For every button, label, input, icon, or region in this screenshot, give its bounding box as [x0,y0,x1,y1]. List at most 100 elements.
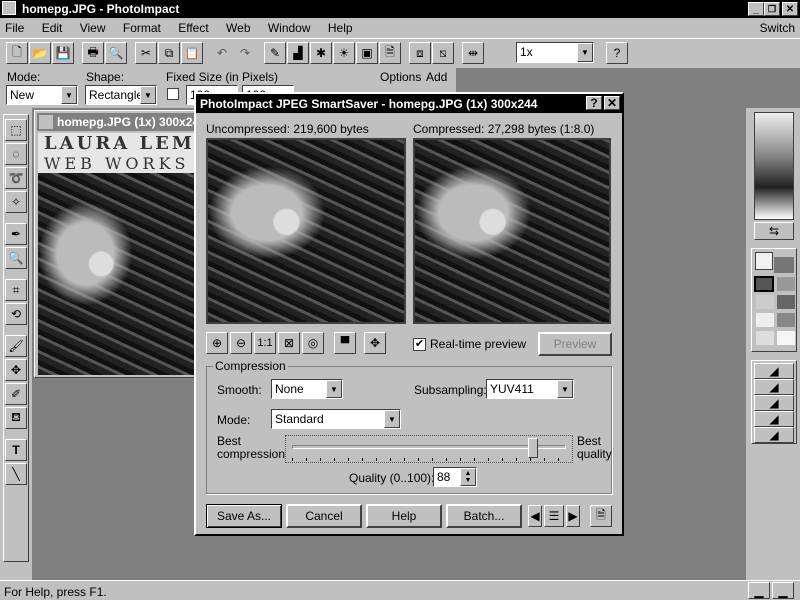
align-icon[interactable]: ⇹ [462,42,484,64]
swatch[interactable] [777,313,795,327]
swatch[interactable] [777,295,795,309]
save-as-button[interactable]: Save As... [206,504,282,528]
status-panel-icon-2[interactable]: ▁ [772,582,794,599]
menu-web[interactable]: Web [226,21,250,35]
new-file-icon[interactable]: 🗋 [6,42,28,64]
menu-view[interactable]: View [80,21,106,35]
swatch-active[interactable] [754,276,774,292]
help-button[interactable]: Help [366,504,442,528]
help-icon[interactable]: ? [586,96,602,110]
marquee-ellipse-icon[interactable]: ◌ [5,143,27,165]
chevron-down-icon[interactable]: ▼ [577,43,593,62]
print-preview-icon[interactable]: 🔍 [105,42,127,64]
foreground-swatch[interactable] [755,252,773,270]
swatch[interactable] [777,277,795,291]
cut-icon[interactable]: ✂ [135,42,157,64]
retouch-icon[interactable]: ✐ [5,383,27,405]
menu-edit[interactable]: Edit [42,21,63,35]
paint-icon[interactable]: ✎ [264,42,286,64]
print-icon[interactable]: 🖶 [82,42,104,64]
document-title-bar[interactable]: homepg.JPG (1x) 300x24 [37,113,199,131]
undo-icon[interactable]: ↶ [211,42,233,64]
dialog-mode-combo[interactable]: Standard ▼ [271,409,401,429]
pan-icon[interactable]: ✥ [364,332,386,354]
batch-button[interactable]: Batch... [446,504,522,528]
eyedropper-icon[interactable]: ✒ [5,223,27,245]
close-icon[interactable]: ✕ [604,96,620,110]
marquee-rect-icon[interactable]: ⬚ [5,119,27,141]
histogram-icon[interactable]: ▟ [287,42,309,64]
fill-bucket-icon[interactable]: ⛾ [5,407,27,429]
quick-command-4-icon[interactable]: ◢ [754,411,794,427]
zoom-combo[interactable]: 1x ▼ [516,42,594,63]
chevron-down-icon[interactable]: ▼ [61,86,77,104]
brightness-icon[interactable]: ☀ [333,42,355,64]
lasso-icon[interactable]: ➰ [5,167,27,189]
paste-icon[interactable]: 📋 [181,42,203,64]
chevron-down-icon[interactable]: ▼ [384,410,400,428]
original-preview[interactable] [206,138,406,324]
previous-arrow-icon[interactable]: ◀ [528,505,542,527]
menu-window[interactable]: Window [268,21,311,35]
swatch[interactable] [756,331,774,345]
minimize-icon[interactable]: _ [748,2,764,16]
quality-slider-thumb[interactable] [528,438,539,458]
chevron-down-icon[interactable]: ▼ [557,380,573,398]
zoom-out-icon[interactable]: ⊖ [230,332,252,354]
status-panel-icon[interactable]: ▁ [748,582,770,599]
fixed-size-checkbox[interactable] [167,88,179,100]
clone-icon[interactable]: ✥ [5,359,27,381]
menu-format[interactable]: Format [123,21,161,35]
crop-tool-icon[interactable]: ⌗ [5,279,27,301]
quick-command-2-icon[interactable]: ◢ [754,379,794,395]
image-size-icon[interactable]: ▣ [356,42,378,64]
report-icon[interactable]: 🗎 [590,505,612,527]
swatch[interactable] [777,331,795,345]
color-picker-swatch[interactable] [754,112,794,220]
smooth-combo[interactable]: None ▼ [271,379,343,399]
background-swatch[interactable] [774,257,794,273]
menu-effect[interactable]: Effect [178,21,208,35]
actual-size-icon[interactable]: 1:1 [254,332,276,354]
next-arrow-icon[interactable]: ▶ [566,505,580,527]
quick-command-1-icon[interactable]: ◢ [754,363,794,379]
split-view-icon[interactable]: ▀ [334,332,356,354]
app-icon[interactable] [2,1,16,15]
document-canvas[interactable]: LAURA LEMA WEB WORKS [38,133,196,375]
color-panel-toggle-icon[interactable]: ⇆ [754,222,794,240]
transform-icon[interactable]: ⟲ [5,303,27,325]
context-help-icon[interactable]: ? [606,42,628,64]
dialog-title-bar[interactable]: PhotoImpact JPEG SmartSaver - homepg.JPG… [196,94,622,113]
quick-command-5-icon[interactable]: ◢ [754,427,794,443]
preview-button[interactable]: Preview [538,332,612,356]
maximize-icon[interactable]: ❐ [764,2,780,16]
redo-icon[interactable]: ↷ [234,42,256,64]
duplicate-icon[interactable]: ⧈ [409,42,431,64]
compressed-preview[interactable] [413,138,611,324]
menu-file[interactable]: File [5,21,24,35]
locate-icon[interactable]: ◎ [302,332,324,354]
document-icon[interactable]: 🗎 [379,42,401,64]
magic-wand-icon[interactable]: ✧ [5,191,27,213]
quality-slider[interactable] [285,435,573,463]
subsampling-combo[interactable]: YUV411 ▼ [486,379,574,399]
crop-icon[interactable]: ⧅ [432,42,454,64]
switch-menu[interactable]: Switch [760,21,795,35]
spinner-arrows-icon[interactable]: ▲ ▼ [460,468,476,486]
quality-spinner[interactable]: 88 ▲ ▼ [433,467,477,487]
save-disk-icon[interactable]: 💾 [52,42,74,64]
swatch[interactable] [756,313,774,327]
open-folder-icon[interactable]: 📂 [29,42,51,64]
line-tool-icon[interactable]: ╲ [5,463,27,485]
brush-icon[interactable]: 🖌 [5,335,27,357]
copy-icon[interactable]: ⧉ [158,42,180,64]
shape-combo[interactable]: Rectangle ▼ [85,85,157,105]
document-icon[interactable] [39,115,53,129]
quick-command-3-icon[interactable]: ◢ [754,395,794,411]
text-tool-icon[interactable]: T [5,439,27,461]
close-icon[interactable]: ✕ [782,2,798,16]
realtime-preview-checkbox[interactable]: ✔ [413,338,426,351]
cancel-button[interactable]: Cancel [286,504,362,528]
mode-combo[interactable]: New ▼ [6,85,78,105]
chevron-down-icon[interactable]: ▼ [326,380,342,398]
